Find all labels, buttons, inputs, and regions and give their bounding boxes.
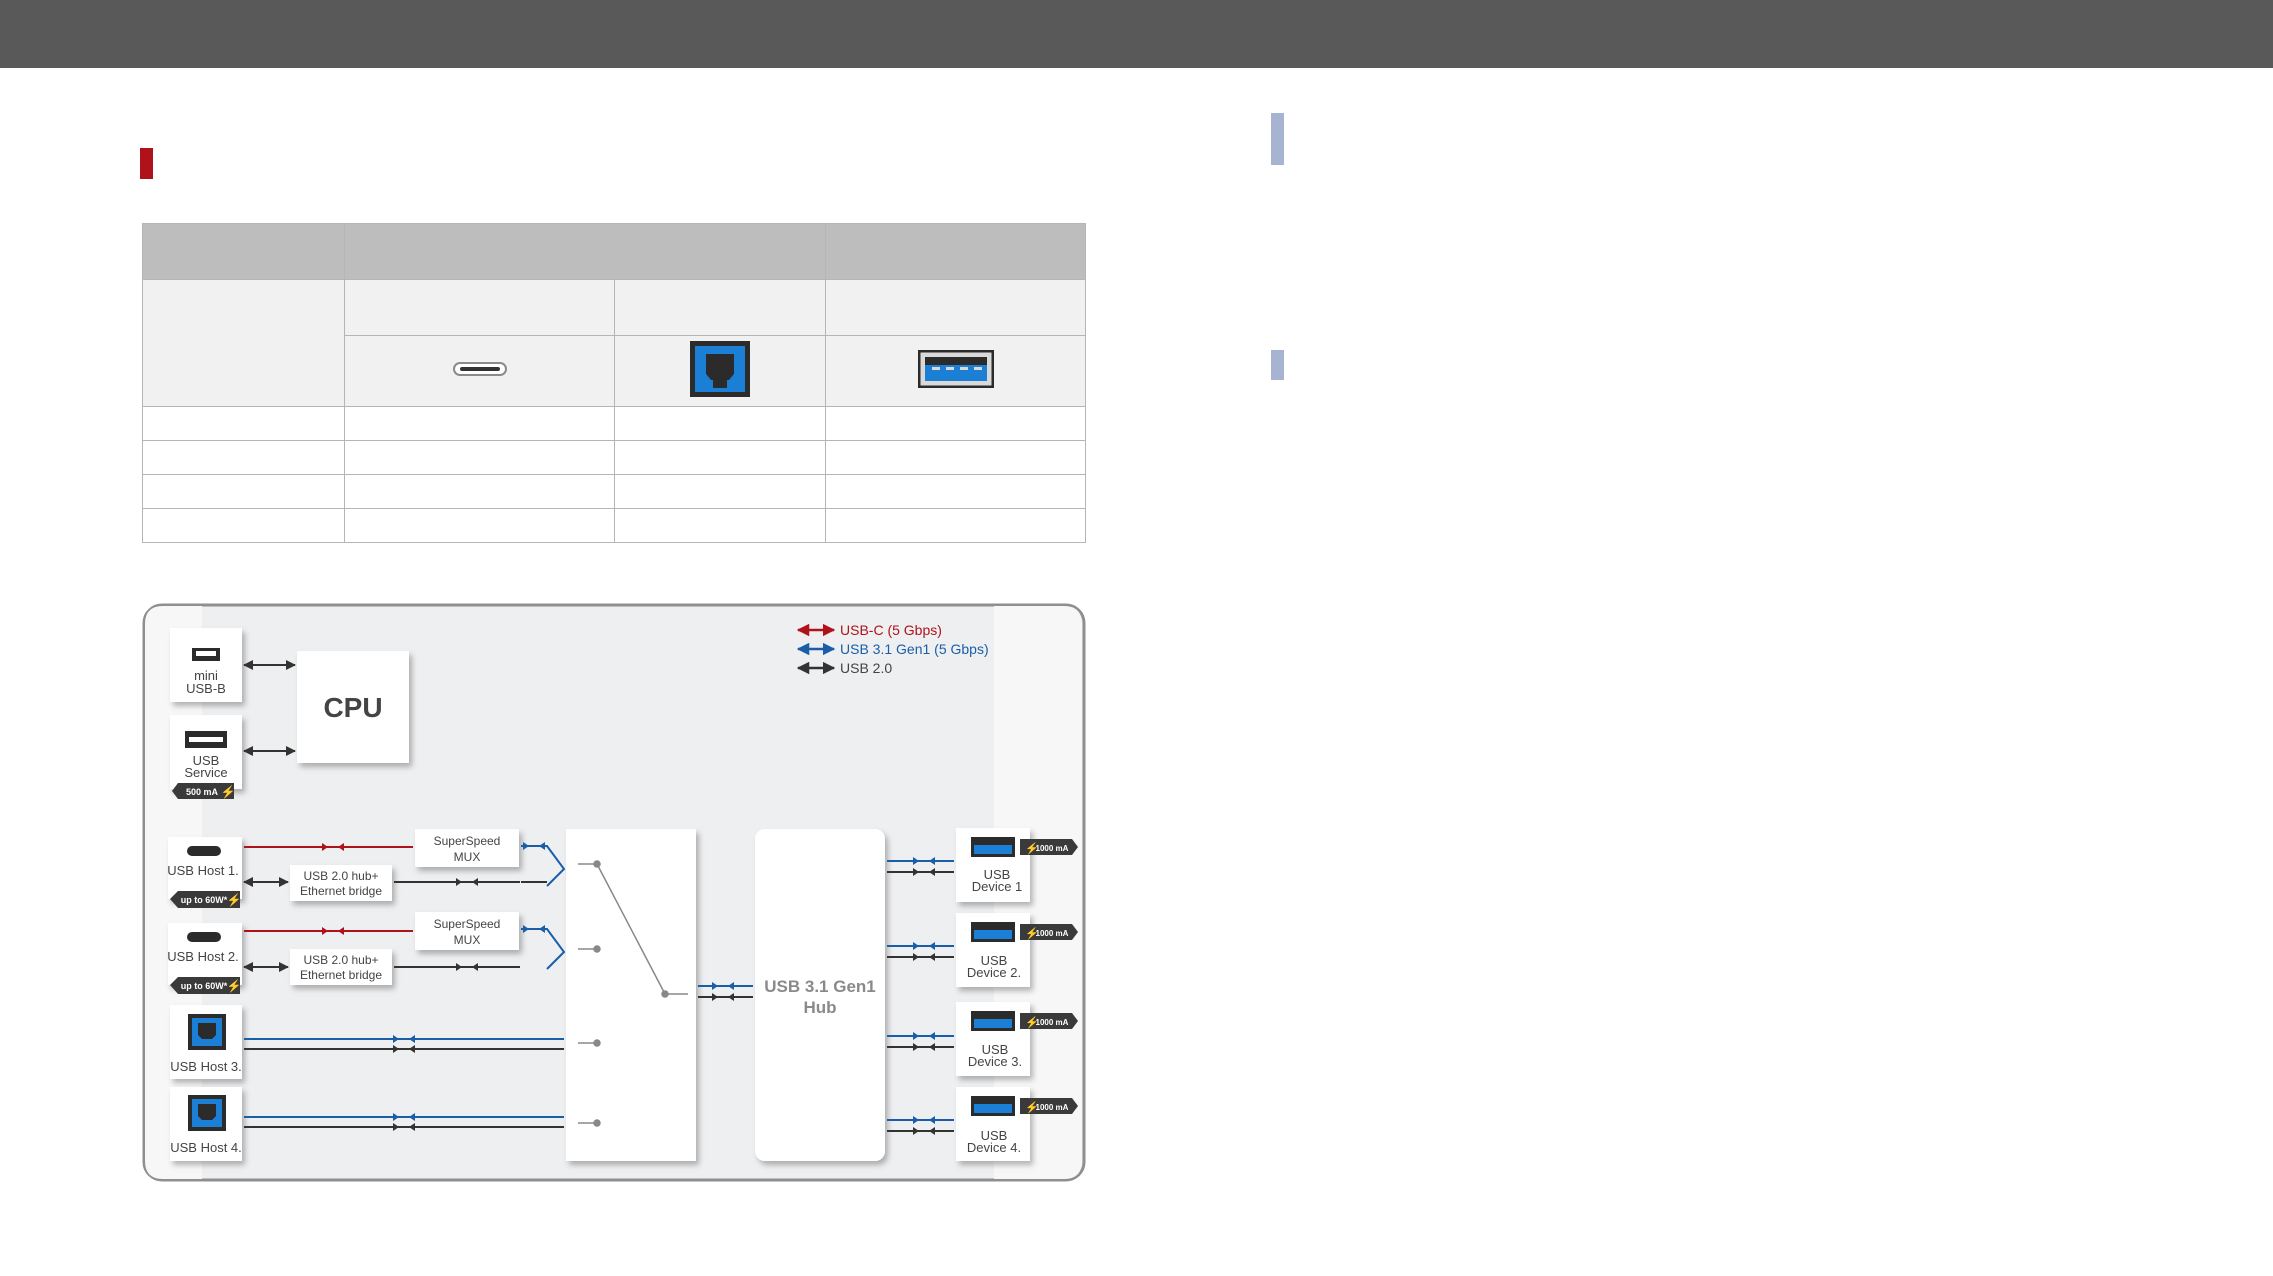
usb-b-connector-cell [614, 335, 826, 407]
power-icon: ⚡ [221, 785, 236, 799]
mux-2-label-2: MUX [454, 933, 481, 947]
usb-a-icon [185, 731, 227, 748]
usb-host-2: USB Host 2. up to 60W* ⚡ [167, 923, 242, 994]
device-3-current: 1000 mA [1036, 1018, 1069, 1027]
power-icon: ⚡ [227, 979, 242, 993]
table-cell [344, 474, 615, 509]
table-cell [825, 440, 1086, 475]
legend-usb20: USB 2.0 [840, 660, 892, 676]
table-cell [825, 508, 1086, 543]
mux-2-label-1: SuperSpeed [434, 917, 501, 931]
table-cell [142, 406, 345, 441]
usb-b-connector-icon [690, 340, 750, 397]
device-2-label-2: Device 2. [967, 965, 1021, 980]
side-marker [1271, 350, 1284, 380]
device-3-label-2: Device 3. [968, 1054, 1022, 1069]
host-2-label: USB Host 2. [167, 949, 239, 964]
table-cell [614, 440, 826, 475]
legend-usb31: USB 3.1 Gen1 (5 Gbps) [840, 641, 989, 657]
usb-a-connector-icon [917, 349, 994, 388]
service-current: 500 mA [186, 787, 219, 797]
host-1-label: USB Host 1. [167, 863, 239, 878]
table-cell [344, 440, 615, 475]
table-cell [142, 508, 345, 543]
host-3-label: USB Host 3. [170, 1059, 242, 1074]
bridge-2-label-2: Ethernet bridge [300, 968, 382, 982]
table-cell [614, 474, 826, 509]
bridge-2-label-1: USB 2.0 hub+ [303, 953, 378, 967]
device-4-label-2: Device 4. [967, 1140, 1021, 1155]
host-1-power: up to 60W* [181, 895, 228, 905]
table-subheader-cell [614, 279, 826, 336]
table-row-label-cell [142, 279, 345, 407]
mux-1-label-2: MUX [454, 850, 481, 864]
table-row [142, 474, 1086, 509]
cpu-label: CPU [323, 692, 382, 723]
table-header-cell [825, 223, 1086, 280]
usb-host-3: USB Host 3. [170, 1005, 242, 1079]
port-table [142, 223, 1086, 543]
usb-c-connector-icon [452, 361, 507, 376]
table-cell [142, 474, 345, 509]
hub-label-1: USB 3.1 Gen1 [764, 977, 876, 996]
device-1-label-2: Device 1 [972, 879, 1023, 894]
table-header-cell [142, 223, 345, 280]
usb-c-icon [187, 846, 221, 856]
top-header-bar [0, 0, 2273, 68]
table-cell [614, 406, 826, 441]
host-4-label: USB Host 4. [170, 1140, 242, 1155]
host-2-power: up to 60W* [181, 981, 228, 991]
switch-block [566, 829, 696, 1161]
hub-label-2: Hub [803, 998, 836, 1017]
section-marker [140, 148, 153, 179]
table-cell [825, 406, 1086, 441]
usb-c-icon [187, 932, 221, 942]
usb-c-connector-cell [344, 335, 615, 407]
usb-a-connector-cell [825, 335, 1086, 407]
usb-block-diagram: USB-C (5 Gbps) USB 3.1 Gen1 (5 Gbps) USB… [142, 603, 1086, 1182]
table-cell [142, 440, 345, 475]
table-subheader-cell [344, 279, 615, 336]
table-cell [344, 406, 615, 441]
device-4-current: 1000 mA [1036, 1103, 1069, 1112]
usb-service-label-2: Service [184, 765, 227, 780]
bridge-1-label-2: Ethernet bridge [300, 884, 382, 898]
table-cell [825, 474, 1086, 509]
table-row [142, 406, 1086, 441]
table-cell [614, 508, 826, 543]
mini-usb-label-2: USB-B [186, 681, 226, 696]
table-cell [344, 508, 615, 543]
legend-usb-c: USB-C (5 Gbps) [840, 622, 942, 638]
side-marker [1271, 113, 1284, 165]
bridge-1-label-1: USB 2.0 hub+ [303, 869, 378, 883]
device-1-current: 1000 mA [1036, 844, 1069, 853]
table-header-cell [344, 223, 826, 280]
power-icon: ⚡ [227, 893, 242, 907]
table-header-row [142, 223, 1086, 280]
table-row [142, 440, 1086, 475]
table-subheader-row [142, 279, 1086, 407]
table-subheader-cell [825, 279, 1086, 336]
usb-host-1: USB Host 1. up to 60W* ⚡ [167, 837, 242, 908]
mux-1-label-1: SuperSpeed [434, 834, 501, 848]
device-2-current: 1000 mA [1036, 929, 1069, 938]
mini-usb-icon [192, 648, 220, 661]
usb-host-4: USB Host 4. [170, 1087, 242, 1161]
table-row [142, 508, 1086, 543]
